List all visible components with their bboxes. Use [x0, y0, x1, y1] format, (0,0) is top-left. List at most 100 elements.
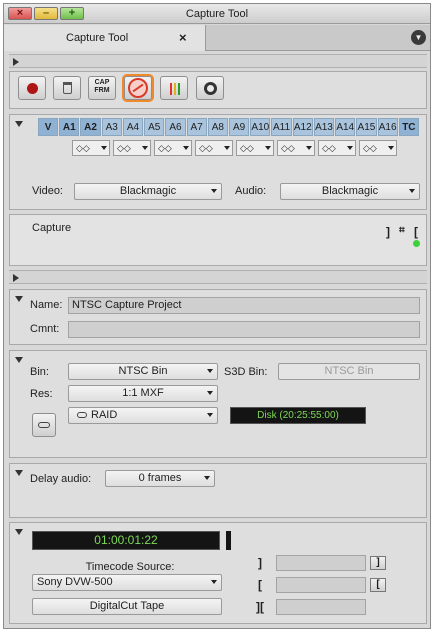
chevron-down-icon: [409, 189, 415, 193]
monitor-selector[interactable]: ◇◇: [236, 140, 274, 156]
comment-label: Cmnt:: [30, 323, 60, 335]
drive-toggle-button[interactable]: [32, 413, 56, 437]
mark-out-icon[interactable]: [: [258, 578, 262, 592]
deck-value: Sony DVW-500: [37, 576, 113, 588]
monitor-selector[interactable]: ◇◇: [72, 140, 110, 156]
res-label: Res:: [30, 388, 53, 400]
timecode-display-handle: [226, 531, 231, 550]
chevron-down-icon[interactable]: ▼: [411, 30, 426, 45]
delay-audio-label: Delay audio:: [30, 473, 92, 485]
track-button-a9[interactable]: A9: [229, 118, 250, 136]
disclosure-down-icon[interactable]: [15, 121, 23, 127]
deck-control-panel: 01:00:01:22 Timecode Source: Sony DVW-50…: [9, 522, 427, 624]
bin-dropdown[interactable]: NTSC Bin: [68, 363, 218, 380]
chevron-down-icon: [211, 189, 217, 193]
monitor-selector-value: ◇◇: [117, 143, 131, 153]
monitor-selector-value: ◇◇: [76, 143, 90, 153]
audio-input-dropdown[interactable]: Blackmagic: [280, 183, 420, 200]
monitor-selector-value: ◇◇: [199, 143, 213, 153]
bin-label: Bin:: [30, 366, 49, 378]
video-input-dropdown[interactable]: Blackmagic: [74, 183, 222, 200]
settings-button[interactable]: [196, 76, 224, 100]
tab-bar: Capture Tool × ▼: [4, 25, 430, 51]
disclosure-down-icon[interactable]: [15, 529, 23, 535]
tab-close-icon[interactable]: ×: [179, 30, 187, 45]
drive-value: RAID: [91, 409, 118, 421]
bin-value: NTSC Bin: [118, 365, 168, 377]
track-button-a4[interactable]: A4: [122, 118, 144, 136]
collapsed-section-1[interactable]: [9, 54, 427, 68]
go-to-mark-in-button[interactable]: ]: [370, 556, 386, 570]
audio-meter-button[interactable]: [160, 76, 188, 100]
monitor-selector-value: ◇◇: [240, 143, 254, 153]
track-button-a13[interactable]: A13: [313, 118, 335, 136]
chevron-down-icon: [224, 146, 230, 150]
track-button-a12[interactable]: A12: [292, 118, 313, 136]
tab-label: Capture Tool: [66, 32, 129, 44]
cap-frame-icon: CAP FRM: [94, 79, 110, 94]
drive-icon: [38, 422, 50, 428]
comment-field[interactable]: [68, 321, 420, 338]
disclosure-down-icon[interactable]: [15, 296, 23, 302]
track-button-a15[interactable]: A15: [356, 118, 377, 136]
chevron-down-icon: [183, 146, 189, 150]
track-button-a16[interactable]: A16: [377, 118, 398, 136]
digitalcut-tape-label: DigitalCut Tape: [89, 600, 165, 612]
chevron-down-icon: [101, 146, 107, 150]
monitor-selector[interactable]: ◇◇: [113, 140, 151, 156]
deck-dropdown[interactable]: Sony DVW-500: [32, 574, 222, 591]
title-bar: × – + Capture Tool: [4, 4, 430, 24]
resolution-dropdown[interactable]: 1:1 MXF: [68, 385, 218, 402]
disclosure-down-icon[interactable]: [15, 470, 23, 476]
monitor-selector[interactable]: ◇◇: [195, 140, 233, 156]
s3d-bin-dropdown[interactable]: NTSC Bin: [278, 363, 420, 380]
mark-in-icon[interactable]: ]: [258, 556, 262, 570]
audio-input-value: Blackmagic: [321, 185, 379, 197]
mark-out-timecode: [276, 577, 366, 593]
audio-label: Audio:: [235, 185, 267, 197]
disclosure-right-icon[interactable]: [13, 274, 19, 282]
track-button-v[interactable]: V: [38, 118, 59, 136]
record-button[interactable]: [18, 76, 46, 100]
disclosure-down-icon[interactable]: [15, 357, 23, 363]
chevron-down-icon: [207, 391, 213, 395]
toggle-source-button[interactable]: [124, 76, 152, 100]
collapsed-section-2[interactable]: [9, 270, 427, 284]
gear-icon: [204, 82, 217, 95]
monitor-selector-value: ◇◇: [281, 143, 295, 153]
monitor-selector[interactable]: ◇◇: [154, 140, 192, 156]
track-button-a14[interactable]: A14: [335, 118, 356, 136]
drive-dropdown[interactable]: RAID: [68, 407, 218, 424]
track-button-a5[interactable]: A5: [144, 118, 165, 136]
delay-audio-dropdown[interactable]: 0 frames: [105, 470, 215, 487]
timecode-source-label: Timecode Source:: [85, 561, 175, 573]
disk-space-readout: Disk (20:25:55:00): [230, 407, 366, 424]
name-field[interactable]: NTSC Capture Project: [68, 297, 420, 314]
monitor-selector[interactable]: ◇◇: [277, 140, 315, 156]
trash-button[interactable]: [53, 76, 81, 100]
track-button-a6[interactable]: A6: [165, 118, 186, 136]
monitor-selector[interactable]: ◇◇: [318, 140, 356, 156]
tab-capture-tool[interactable]: Capture Tool ×: [4, 25, 206, 51]
chevron-down-icon: [265, 146, 271, 150]
go-to-mark-out-button[interactable]: [: [370, 578, 386, 592]
capture-status-panel: Capture ] ⌗ [: [9, 214, 427, 266]
track-button-a2[interactable]: A2: [80, 118, 101, 136]
digitalcut-tape-button[interactable]: DigitalCut Tape: [32, 598, 222, 615]
chevron-down-icon: [204, 476, 210, 480]
track-button-tc[interactable]: TC: [398, 118, 419, 136]
track-button-a8[interactable]: A8: [207, 118, 228, 136]
track-button-a1[interactable]: A1: [59, 118, 80, 136]
monitor-selector-value: ◇◇: [322, 143, 336, 153]
s3d-bin-value: NTSC Bin: [324, 365, 374, 377]
disclosure-right-icon[interactable]: [13, 58, 19, 66]
track-button-a11[interactable]: A11: [271, 118, 292, 136]
no-entry-icon: [128, 78, 148, 98]
track-button-a10[interactable]: A10: [250, 118, 271, 136]
monitor-selector[interactable]: ◇◇: [359, 140, 397, 156]
bin-settings-panel: Bin: NTSC Bin S3D Bin: NTSC Bin Res: 1:1…: [9, 350, 427, 458]
chevron-down-icon: [207, 413, 213, 417]
track-button-a3[interactable]: A3: [101, 118, 122, 136]
capture-frame-button[interactable]: CAP FRM: [88, 76, 116, 100]
track-button-a7[interactable]: A7: [186, 118, 207, 136]
